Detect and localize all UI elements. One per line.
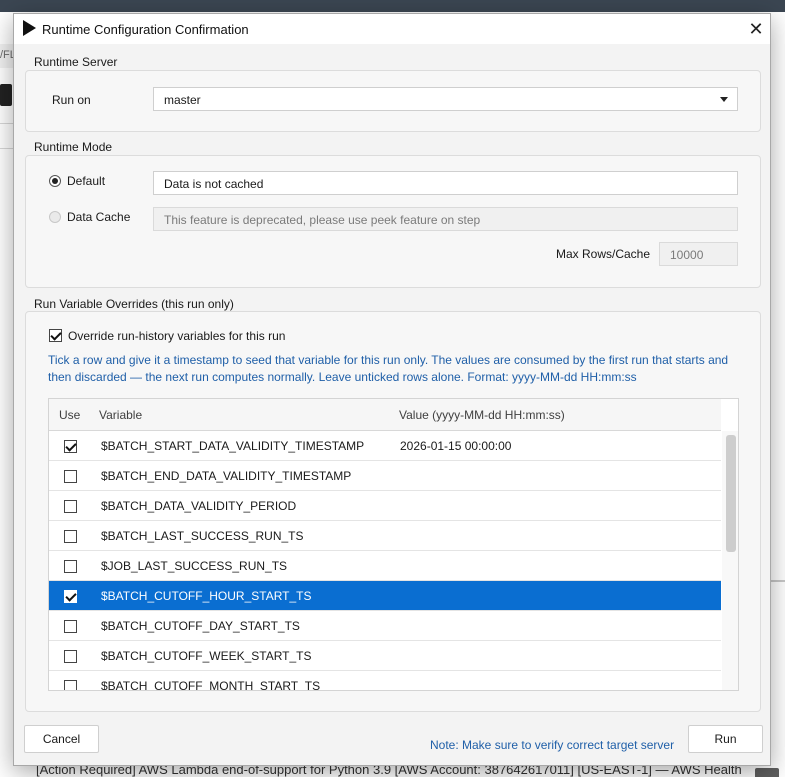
data-cache-field: This feature is deprecated, please use p… — [153, 207, 738, 231]
background-title-bar — [0, 0, 785, 12]
row-use-checkbox[interactable] — [64, 590, 77, 603]
row-variable-name: $BATCH_END_DATA_VALIDITY_TIMESTAMP — [101, 469, 352, 483]
background-status-badge — [755, 768, 779, 777]
default-mode-value: Data is not cached — [164, 177, 264, 191]
scrollbar-thumb[interactable] — [726, 435, 736, 552]
row-variable-name: $BATCH_DATA_VALIDITY_PERIOD — [101, 499, 297, 513]
default-mode-field: Data is not cached — [153, 171, 738, 195]
row-variable-name: $BATCH_CUTOFF_HOUR_START_TS — [101, 589, 312, 603]
table-row[interactable]: $BATCH_DATA_VALIDITY_PERIOD — [49, 491, 721, 521]
play-triangle-icon — [23, 20, 36, 36]
target-server-note: Note: Make sure to verify correct target… — [430, 738, 675, 752]
row-variable-name: $BATCH_CUTOFF_MONTH_START_TS — [101, 679, 321, 691]
data-cache-radio[interactable] — [49, 211, 61, 223]
table-row[interactable]: $BATCH_CUTOFF_WEEK_START_TS — [49, 641, 721, 671]
background-status-text: [Action Required] AWS Lambda end-of-supp… — [36, 766, 742, 777]
chevron-down-icon — [720, 97, 728, 102]
max-rows-value: 10000 — [670, 248, 704, 262]
row-use-checkbox[interactable] — [64, 530, 77, 543]
overrides-help-text: Tick a row and give it a timestamp to se… — [48, 353, 729, 384]
row-variable-name: $BATCH_CUTOFF_DAY_START_TS — [101, 619, 300, 633]
table-row[interactable]: $BATCH_CUTOFF_HOUR_START_TS — [49, 581, 721, 611]
row-use-checkbox[interactable] — [64, 560, 77, 573]
row-use-checkbox[interactable] — [64, 680, 77, 690]
runtime-config-dialog: Runtime Configuration Confirmation ✕ Run… — [13, 13, 771, 766]
close-icon[interactable]: ✕ — [744, 17, 768, 41]
row-variable-name: $JOB_LAST_SUCCESS_RUN_TS — [101, 559, 288, 573]
variables-table: Use Variable Value (yyyy-MM-dd HH:mm:ss)… — [48, 398, 739, 691]
table-row[interactable]: $BATCH_CUTOFF_DAY_START_TS — [49, 611, 721, 641]
row-value-cell[interactable]: 2026-01-15 00:00:00 — [400, 439, 511, 453]
runtime-mode-group-label: Runtime Mode — [32, 140, 115, 154]
background-save-icon — [0, 84, 12, 106]
background-divider — [0, 123, 14, 124]
table-scrollbar[interactable] — [722, 431, 738, 690]
table-row[interactable]: $JOB_LAST_SUCCESS_RUN_TS — [49, 551, 721, 581]
row-use-checkbox[interactable] — [64, 650, 77, 663]
run-button[interactable]: Run — [688, 725, 763, 753]
column-header-value[interactable]: Value (yyyy-MM-dd HH:mm:ss) — [399, 408, 565, 422]
overrides-group-label: Run Variable Overrides (this run only) — [32, 297, 236, 311]
column-header-variable[interactable]: Variable — [99, 408, 142, 422]
data-cache-label: Data Cache — [67, 210, 131, 224]
row-variable-name: $BATCH_CUTOFF_WEEK_START_TS — [101, 649, 312, 663]
run-on-selected-value: master — [164, 93, 201, 107]
row-variable-name: $BATCH_START_DATA_VALIDITY_TIMESTAMP — [101, 439, 365, 453]
override-checkbox-label: Override run-history variables for this … — [68, 329, 286, 343]
row-variable-name: $BATCH_LAST_SUCCESS_RUN_TS — [101, 529, 304, 543]
dialog-title-bar: Runtime Configuration Confirmation ✕ — [14, 14, 770, 44]
row-use-checkbox[interactable] — [64, 620, 77, 633]
run-on-select[interactable]: master — [153, 87, 738, 111]
table-row[interactable]: $BATCH_END_DATA_VALIDITY_TIMESTAMP — [49, 461, 721, 491]
row-use-checkbox[interactable] — [64, 440, 77, 453]
cancel-button[interactable]: Cancel — [24, 725, 99, 753]
max-rows-input[interactable]: 10000 — [659, 242, 738, 266]
background-divider — [771, 580, 785, 582]
table-row[interactable]: $BATCH_START_DATA_VALIDITY_TIMESTAMP 2026… — [49, 431, 721, 461]
table-row[interactable]: $BATCH_LAST_SUCCESS_RUN_TS — [49, 521, 721, 551]
row-use-checkbox[interactable] — [64, 500, 77, 513]
runtime-server-group-label: Runtime Server — [32, 55, 120, 69]
column-header-use[interactable]: Use — [59, 408, 80, 422]
row-use-checkbox[interactable] — [64, 470, 77, 483]
max-rows-label: Max Rows/Cache — [556, 247, 651, 261]
background-tab: /FL — [0, 44, 16, 68]
default-mode-radio[interactable] — [49, 175, 61, 187]
background-divider — [0, 148, 14, 149]
table-header: Use Variable Value (yyyy-MM-dd HH:mm:ss) — [49, 399, 721, 431]
override-checkbox[interactable] — [49, 329, 62, 342]
data-cache-deprecation-text: This feature is deprecated, please use p… — [164, 213, 481, 227]
run-on-label: Run on — [52, 93, 91, 107]
dialog-title: Runtime Configuration Confirmation — [42, 22, 249, 37]
default-mode-label: Default — [67, 174, 106, 188]
background-status-bar: [Action Required] AWS Lambda end-of-supp… — [0, 766, 785, 777]
table-row[interactable]: $BATCH_CUTOFF_MONTH_START_TS — [49, 671, 721, 691]
